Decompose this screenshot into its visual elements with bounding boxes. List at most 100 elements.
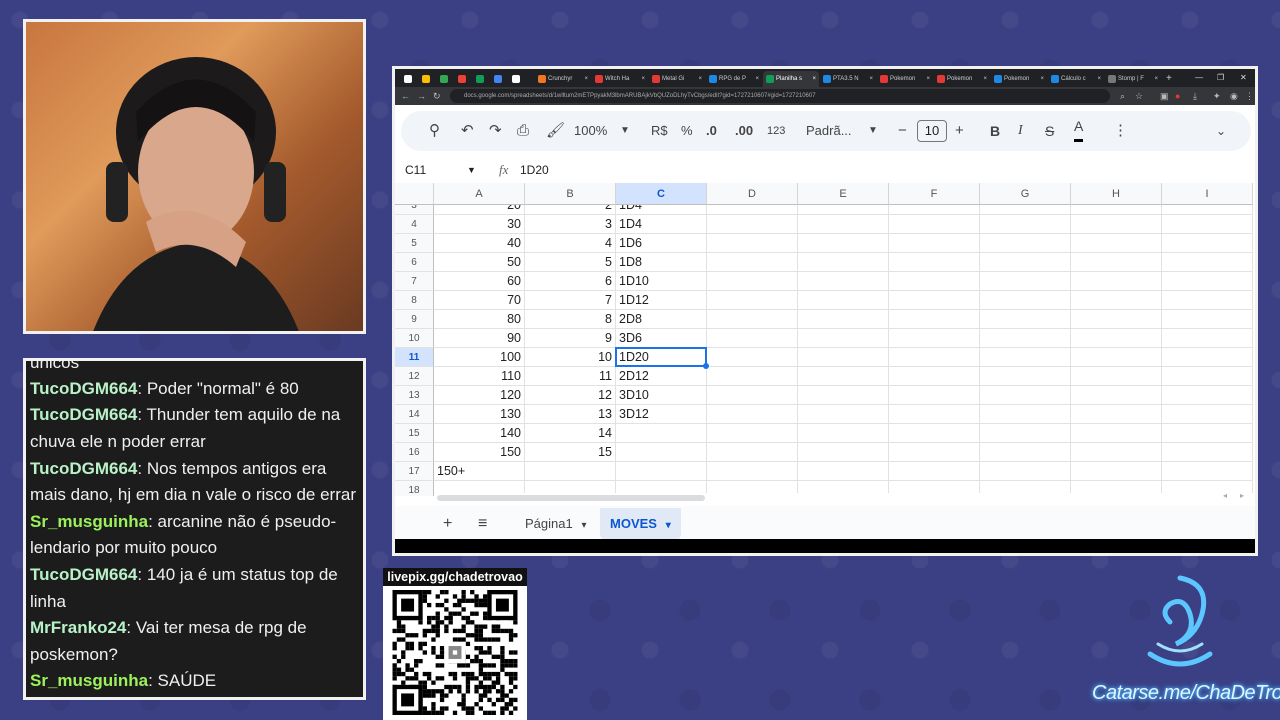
strikethrough-button[interactable]: S — [1045, 111, 1054, 151]
empty-cell[interactable] — [980, 253, 1071, 272]
empty-cell[interactable] — [1162, 348, 1253, 367]
cell-a-4[interactable]: 30 — [434, 215, 525, 234]
empty-cell[interactable] — [798, 253, 889, 272]
cell-c-16[interactable] — [616, 443, 707, 462]
cell-b-8[interactable]: 7 — [525, 291, 616, 310]
browser-tab[interactable]: Crunchyr × — [535, 71, 591, 87]
minimize-icon[interactable]: — — [1195, 69, 1203, 87]
empty-cell[interactable] — [889, 234, 980, 253]
empty-cell[interactable] — [1071, 291, 1162, 310]
horizontal-scrollbar[interactable]: ◂ ▸ — [435, 491, 1253, 503]
empty-cell[interactable] — [1071, 272, 1162, 291]
column-header-f[interactable]: F — [889, 183, 980, 205]
empty-cell[interactable] — [1162, 405, 1253, 424]
empty-cell[interactable] — [1071, 462, 1162, 481]
cell-c-9[interactable]: 2D8 — [616, 310, 707, 329]
cell-a-5[interactable]: 40 — [434, 234, 525, 253]
pinned-tab-icon[interactable] — [491, 71, 507, 87]
bold-button[interactable]: B — [990, 111, 1000, 151]
cell-a-8[interactable]: 70 — [434, 291, 525, 310]
empty-cell[interactable] — [980, 424, 1071, 443]
cell-c-15[interactable] — [616, 424, 707, 443]
formula-input[interactable]: 1D20 — [520, 157, 549, 183]
cell-b-9[interactable]: 8 — [525, 310, 616, 329]
number-format-button[interactable]: 123 — [767, 111, 785, 151]
font-select[interactable]: Padrã... — [806, 111, 852, 151]
cell-a-7[interactable]: 60 — [434, 272, 525, 291]
sheet-tab[interactable]: Página1 ▾ — [515, 508, 597, 540]
empty-cell[interactable] — [798, 272, 889, 291]
row-header[interactable]: 15 — [395, 424, 434, 443]
cell-a-10[interactable]: 90 — [434, 329, 525, 348]
empty-cell[interactable] — [1071, 348, 1162, 367]
tab-close-icon[interactable]: × — [926, 71, 930, 87]
pinned-tab-icon[interactable] — [509, 71, 525, 87]
cell-c-10[interactable]: 3D6 — [616, 329, 707, 348]
record-icon[interactable]: ● — [1175, 89, 1180, 103]
browser-tab[interactable]: Stomp | F × — [1105, 71, 1161, 87]
row-header[interactable]: 7 — [395, 272, 434, 291]
row-header[interactable]: 6 — [395, 253, 434, 272]
column-header-g[interactable]: G — [980, 183, 1071, 205]
row-header[interactable]: 17 — [395, 462, 434, 481]
row-header[interactable]: 16 — [395, 443, 434, 462]
font-size-increase-button[interactable]: + — [955, 111, 964, 151]
browser-tab[interactable]: Pokemon × — [877, 71, 933, 87]
tab-close-icon[interactable]: × — [1040, 71, 1044, 87]
empty-cell[interactable] — [707, 234, 798, 253]
empty-cell[interactable] — [1162, 272, 1253, 291]
empty-cell[interactable] — [707, 329, 798, 348]
restore-icon[interactable]: ❐ — [1217, 69, 1224, 87]
more-options-icon[interactable]: ⋮ — [1113, 111, 1128, 151]
url-field[interactable]: docs.google.com/spreadsheets/d/1wlltum2m… — [450, 89, 1110, 103]
tab-close-icon[interactable]: × — [812, 71, 816, 87]
collapse-toolbar-chevron-icon[interactable]: ⌄ — [1216, 111, 1226, 151]
empty-cell[interactable] — [798, 367, 889, 386]
browser-tab[interactable]: Cálculo c × — [1048, 71, 1104, 87]
empty-cell[interactable] — [1071, 234, 1162, 253]
font-size-decrease-button[interactable]: − — [898, 111, 907, 151]
browser-tab[interactable]: Pokemon × — [934, 71, 990, 87]
cell-b-13[interactable]: 12 — [525, 386, 616, 405]
font-size-input[interactable]: 10 — [917, 120, 947, 142]
zoom-select[interactable]: 100% — [574, 111, 607, 151]
column-header-i[interactable]: I — [1162, 183, 1253, 205]
scroll-left-icon[interactable]: ◂ — [1223, 491, 1227, 500]
empty-cell[interactable] — [798, 443, 889, 462]
empty-cell[interactable] — [1071, 386, 1162, 405]
cell-b-14[interactable]: 13 — [525, 405, 616, 424]
extension-icon[interactable]: ▣ — [1160, 89, 1169, 103]
cell-c-8[interactable]: 1D12 — [616, 291, 707, 310]
empty-cell[interactable] — [798, 348, 889, 367]
cell-c-5[interactable]: 1D6 — [616, 234, 707, 253]
row-header[interactable]: 8 — [395, 291, 434, 310]
cell-b-10[interactable]: 9 — [525, 329, 616, 348]
empty-cell[interactable] — [707, 253, 798, 272]
row-header[interactable]: 9 — [395, 310, 434, 329]
cell-c-11[interactable]: 1D20 — [616, 348, 707, 367]
increase-decimal-button[interactable]: .00 — [735, 111, 753, 151]
empty-cell[interactable] — [1162, 215, 1253, 234]
empty-cell[interactable] — [1162, 443, 1253, 462]
back-icon[interactable]: ← — [401, 89, 410, 103]
tab-close-icon[interactable]: × — [698, 71, 702, 87]
empty-cell[interactable] — [889, 386, 980, 405]
tab-close-icon[interactable]: × — [869, 71, 873, 87]
empty-cell[interactable] — [980, 234, 1071, 253]
row-header[interactable]: 14 — [395, 405, 434, 424]
scrollbar-thumb[interactable] — [437, 495, 705, 501]
column-header-a[interactable]: A — [434, 183, 525, 205]
empty-cell[interactable] — [980, 215, 1071, 234]
percent-format-button[interactable]: % — [681, 111, 693, 151]
new-tab-icon[interactable]: + — [1166, 71, 1178, 87]
row-header[interactable]: 13 — [395, 386, 434, 405]
close-icon[interactable]: ✕ — [1240, 69, 1247, 87]
tab-close-icon[interactable]: × — [983, 71, 987, 87]
empty-cell[interactable] — [1162, 367, 1253, 386]
empty-cell[interactable] — [1071, 424, 1162, 443]
cell-c-7[interactable]: 1D10 — [616, 272, 707, 291]
empty-cell[interactable] — [1162, 329, 1253, 348]
empty-cell[interactable] — [1071, 329, 1162, 348]
empty-cell[interactable] — [889, 329, 980, 348]
empty-cell[interactable] — [1071, 253, 1162, 272]
